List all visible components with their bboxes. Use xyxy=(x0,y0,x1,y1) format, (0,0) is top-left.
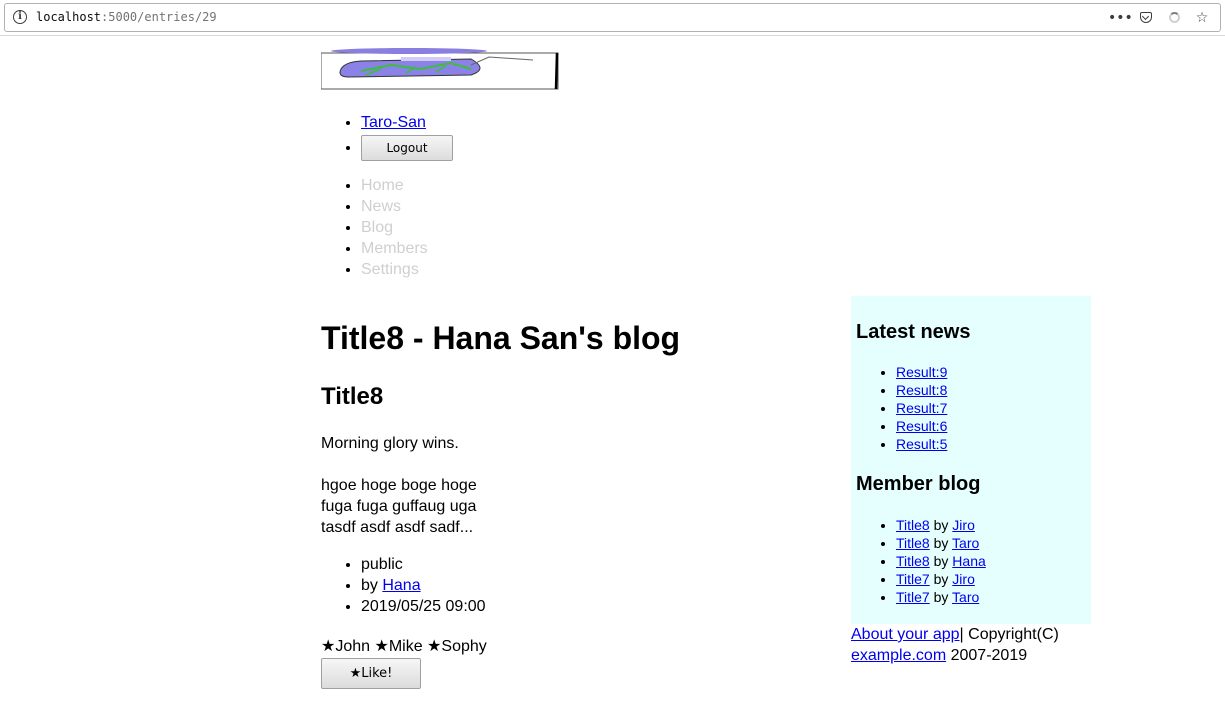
star-outline-icon[interactable]: ☆ xyxy=(1192,8,1212,28)
blog-author-link[interactable]: Hana xyxy=(952,553,985,569)
footer: About your app| Copyright(C) example.com… xyxy=(851,624,1111,666)
list-item: Result:6 xyxy=(896,417,947,435)
by-label: by xyxy=(361,577,383,594)
url-bar[interactable]: i localhost:5000/entries/29 ••• ☆ xyxy=(4,3,1221,32)
entry-body-line: tasdf asdf asdf sadf... xyxy=(321,519,474,536)
sidebar: Latest news Result:9 Result:8 Result:7 R… xyxy=(851,296,1091,624)
list-item: Result:5 xyxy=(896,435,947,453)
pocket-icon[interactable] xyxy=(1136,8,1156,28)
url-text[interactable]: localhost:5000/entries/29 xyxy=(36,10,217,24)
site-logo xyxy=(321,48,559,90)
by-label: by xyxy=(929,517,953,533)
news-link[interactable]: Result:6 xyxy=(896,418,947,434)
username-link[interactable]: Taro-San xyxy=(361,114,426,131)
list-item: Title8 by Taro xyxy=(896,534,986,552)
list-item: Result:7 xyxy=(896,399,947,417)
nav-item-settings[interactable]: Settings xyxy=(361,259,428,280)
blog-title-link[interactable]: Title7 xyxy=(896,571,930,587)
browser-toolbar: i localhost:5000/entries/29 ••• ☆ xyxy=(0,0,1225,36)
list-item: Title7 by Jiro xyxy=(896,570,986,588)
member-blog-heading: Member blog xyxy=(856,473,981,495)
blog-title-link[interactable]: Title7 xyxy=(896,589,930,605)
latest-news-heading: Latest news xyxy=(856,321,971,343)
nav-item-blog[interactable]: Blog xyxy=(361,217,428,238)
news-link[interactable]: Result:7 xyxy=(896,400,947,416)
list-item: Title8 by Hana xyxy=(896,552,986,570)
list-item: Title7 by Taro xyxy=(896,588,986,606)
by-label: by xyxy=(929,571,953,587)
blog-title-link[interactable]: Title8 xyxy=(896,535,930,551)
list-item: Title8 by Jiro xyxy=(896,516,986,534)
copyright-years: 2007-2019 xyxy=(946,647,1028,664)
by-label: by xyxy=(929,553,953,569)
about-link[interactable]: About your app xyxy=(851,626,960,643)
entry-summary: Morning glory wins. xyxy=(321,435,459,452)
spinner-icon xyxy=(1164,8,1184,28)
blog-author-link[interactable]: Taro xyxy=(952,589,979,605)
nav-item-members[interactable]: Members xyxy=(361,238,428,259)
main-content: Title8 - Hana San's blog Title8 Morning … xyxy=(321,318,821,689)
blog-author-link[interactable]: Jiro xyxy=(952,571,975,587)
copyright-text: | Copyright(C) xyxy=(959,626,1059,643)
news-link[interactable]: Result:9 xyxy=(896,364,947,380)
entry-visibility: public xyxy=(361,554,486,575)
blog-title-link[interactable]: Title8 xyxy=(896,517,930,533)
logout-button[interactable]: Logout xyxy=(361,135,453,161)
nav-item-news[interactable]: News xyxy=(361,196,428,217)
entry-body: hgoe hoge boge hoge fuga fuga guffaug ug… xyxy=(321,475,477,538)
likers-list: ★John ★Mike ★Sophy xyxy=(321,638,487,655)
url-path: :5000/entries/29 xyxy=(101,10,217,24)
entry-body-line: fuga fuga guffaug uga xyxy=(321,498,477,515)
blog-author-link[interactable]: Jiro xyxy=(952,517,975,533)
like-button[interactable]: ★Like! xyxy=(321,658,421,689)
entry-title: Title8 xyxy=(321,383,384,410)
nav-item-home[interactable]: Home xyxy=(361,175,428,196)
blog-author-link[interactable]: Taro xyxy=(952,535,979,551)
user-menu: Taro-San Logout xyxy=(321,112,453,161)
entry-author-item: by Hana xyxy=(361,575,486,596)
url-host: localhost xyxy=(36,10,102,24)
news-link[interactable]: Result:5 xyxy=(896,436,947,452)
site-link[interactable]: example.com xyxy=(851,647,946,664)
news-list: Result:9 Result:8 Result:7 Result:6 Resu… xyxy=(856,363,947,453)
user-menu-item: Taro-San xyxy=(361,112,453,133)
entry-meta: public by Hana 2019/05/25 09:00 xyxy=(321,554,486,617)
member-blog-list: Title8 by Jiro Title8 by Taro Title8 by … xyxy=(856,516,986,606)
main-nav: Home News Blog Members Settings xyxy=(321,175,428,280)
news-link[interactable]: Result:8 xyxy=(896,382,947,398)
by-label: by xyxy=(929,535,953,551)
list-item: Result:8 xyxy=(896,381,947,399)
page-title: Title8 - Hana San's blog xyxy=(321,320,681,356)
ellipsis-icon[interactable]: ••• xyxy=(1108,8,1133,28)
list-item: Result:9 xyxy=(896,363,947,381)
site-info-icon[interactable]: i xyxy=(13,10,27,24)
user-menu-item: Logout xyxy=(361,133,453,161)
entry-body-line: hgoe hoge boge hoge xyxy=(321,477,477,494)
author-link[interactable]: Hana xyxy=(382,577,420,594)
by-label: by xyxy=(929,589,953,605)
entry-date: 2019/05/25 09:00 xyxy=(361,596,486,617)
blog-title-link[interactable]: Title8 xyxy=(896,553,930,569)
